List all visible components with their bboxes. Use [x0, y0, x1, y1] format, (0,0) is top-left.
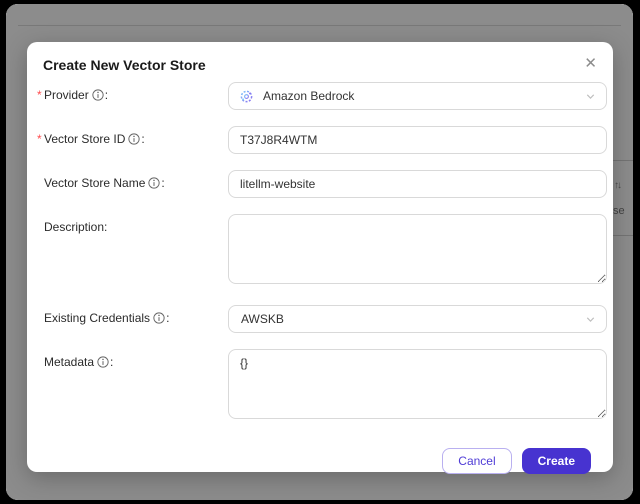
field-cell: [228, 170, 607, 198]
field-cell: [228, 126, 607, 154]
bedrock-logo-icon: [239, 89, 254, 104]
chevron-down-icon: [585, 91, 596, 102]
form-row-vector-store-name: Vector Store Name:: [27, 170, 607, 198]
label-text: Metadata: [44, 355, 95, 369]
form-row-existing-credentials: Existing Credentials: AWSKB: [27, 305, 607, 333]
label-colon: :: [161, 176, 165, 190]
field-label-vector-store-name: Vector Store Name:: [27, 170, 228, 192]
cancel-button[interactable]: Cancel: [442, 448, 512, 474]
create-vector-store-form: * Provider: Amazon Bedrock * Vector Store …: [27, 82, 613, 474]
create-button[interactable]: Create: [521, 448, 591, 474]
field-label-metadata: Metadata:: [27, 349, 228, 371]
existing-credentials-selected-value: AWSKB: [241, 312, 284, 326]
label-text: Provider: [44, 88, 89, 102]
field-cell: Amazon Bedrock: [228, 82, 607, 110]
form-row-vector-store-id: * Vector Store ID:: [27, 126, 607, 154]
label-colon: :: [110, 355, 114, 369]
description-textarea[interactable]: [228, 214, 607, 284]
label-colon: :: [104, 88, 109, 102]
label-colon: :: [166, 311, 170, 325]
required-mark: *: [37, 132, 42, 146]
required-mark: *: [37, 88, 42, 102]
provider-selected-value: Amazon Bedrock: [263, 89, 355, 103]
vector-store-name-input[interactable]: [228, 170, 607, 198]
metadata-textarea[interactable]: {}: [228, 349, 607, 419]
field-label-provider: * Provider:: [27, 88, 228, 104]
label-text: Existing Credentials: [44, 311, 151, 325]
modal-title: Create New Vector Store: [43, 57, 206, 73]
label-colon: :: [141, 132, 145, 146]
label-text: Vector Store ID: [44, 132, 126, 146]
field-cell: AWSKB: [228, 305, 607, 333]
browser-window: ↑↓ se Create New Vector Store ✕ * Provide…: [6, 4, 633, 500]
modal-header: Create New Vector Store ✕: [27, 56, 613, 74]
info-icon[interactable]: [128, 133, 140, 148]
label-text: Description: [44, 220, 105, 234]
form-row-provider: * Provider: Amazon Bedrock: [27, 82, 607, 110]
info-icon[interactable]: [153, 312, 165, 327]
field-cell: {}: [228, 349, 607, 424]
info-icon[interactable]: [148, 177, 161, 192]
field-cell: [228, 214, 607, 289]
field-label-vector-store-id: * Vector Store ID:: [27, 126, 228, 148]
create-vector-store-modal: Create New Vector Store ✕ * Provider: Ama…: [27, 42, 613, 474]
existing-credentials-select[interactable]: AWSKB: [228, 305, 607, 333]
vector-store-id-input[interactable]: [228, 126, 607, 154]
close-icon[interactable]: ✕: [584, 56, 597, 72]
chevron-down-icon: [585, 314, 596, 325]
label-colon: :: [104, 220, 108, 234]
provider-select[interactable]: Amazon Bedrock: [228, 82, 607, 110]
label-text: Vector Store Name: [44, 176, 146, 190]
form-row-metadata: Metadata: {}: [27, 349, 607, 424]
form-row-description: Description:: [27, 214, 607, 289]
modal-footer: Cancel Create: [27, 440, 607, 474]
field-label-description: Description:: [27, 214, 228, 234]
info-icon[interactable]: [97, 356, 109, 371]
info-icon[interactable]: [92, 89, 104, 104]
field-label-existing-credentials: Existing Credentials:: [27, 311, 228, 327]
